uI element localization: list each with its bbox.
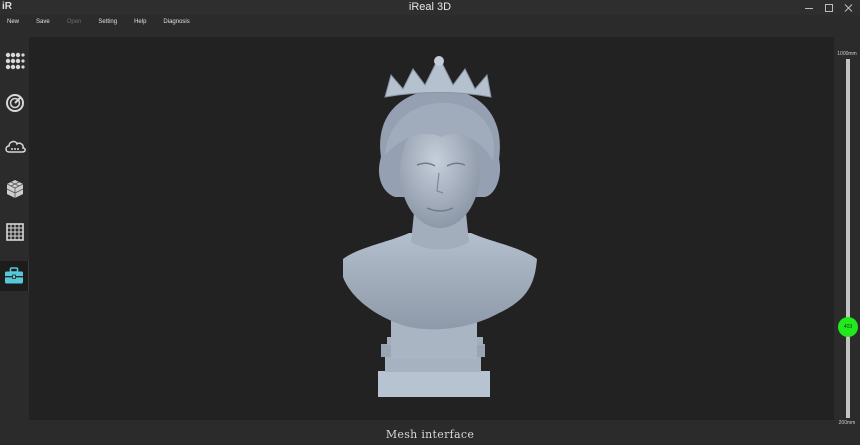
toolbox-icon [5,267,23,284]
scan-dial-icon [5,94,24,112]
menu-save[interactable]: Save [36,15,50,29]
dot-grid-icon [5,52,25,70]
menu-open[interactable]: Open [67,15,82,29]
slider-max-label: 1000mm [837,51,857,57]
menu-setting[interactable]: Setting [98,15,117,29]
maximize-icon[interactable] [824,3,834,13]
sidebar-item-dots[interactable] [0,46,29,76]
window-title: iReal 3D [408,1,452,13]
title-bar: iR iReal 3D [0,0,860,15]
menu-bar: New Save Open Setting Help Diagnosis [0,15,860,29]
sidebar-item-grid[interactable] [0,217,29,247]
menu-diagnosis[interactable]: Diagnosis [163,15,189,29]
status-bar: Mesh interface [0,427,860,445]
slider-min-label: 200mm [838,420,856,426]
sidebar-item-scan[interactable] [0,88,29,118]
menu-new[interactable]: New [7,15,19,29]
sidebar-item-mesh[interactable] [0,174,29,204]
left-sidebar [0,37,29,427]
status-text: Mesh interface [385,428,475,441]
3d-viewport[interactable] [29,37,834,420]
cloud-icon [4,140,26,153]
sidebar-item-toolbox[interactable] [0,261,29,291]
close-icon[interactable] [844,3,854,13]
distance-slider-knob[interactable]: 403 [838,316,858,337]
mesh-cube-icon [6,180,23,198]
menu-help[interactable]: Help [134,15,146,29]
window-controls [804,0,854,15]
grid-square-icon [5,223,24,241]
distance-slider-track[interactable] [846,59,850,418]
minimize-icon[interactable] [804,3,814,13]
mesh-model [343,55,537,397]
sidebar-item-cloud[interactable] [0,131,29,161]
